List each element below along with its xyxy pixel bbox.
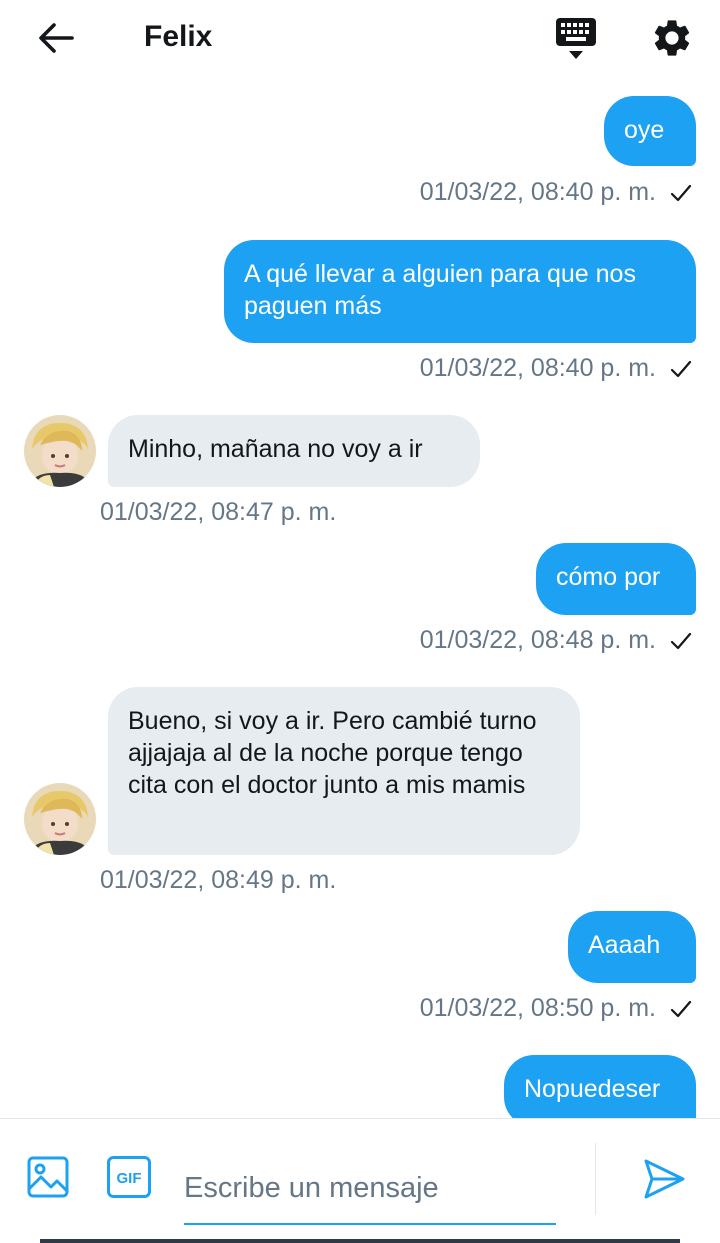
message-timestamp: 01/03/22, 08:40 p. m. <box>419 178 656 206</box>
back-arrow-icon <box>39 23 74 53</box>
outgoing-message-bubble[interactable]: Aaaah <box>568 911 696 983</box>
gear-icon <box>654 20 690 56</box>
message-timestamp: 01/03/22, 08:48 p. m. <box>419 626 656 654</box>
add-gif-button[interactable]: GIF <box>106 1155 152 1199</box>
read-check-icon <box>670 360 692 378</box>
message-timestamp: 01/03/22, 08:50 p. m. <box>419 994 656 1022</box>
message-text: oye <box>624 116 665 144</box>
send-icon <box>644 1159 685 1199</box>
message-text: Bueno, si voy a ir. Pero cambié turno aj… <box>128 707 537 799</box>
message-text: Nopuedeser <box>524 1075 661 1103</box>
settings-button[interactable] <box>650 16 694 60</box>
contact-avatar[interactable] <box>24 415 96 487</box>
message-composer: GIF <box>0 1118 720 1243</box>
outgoing-message-bubble[interactable]: cómo por <box>536 543 696 615</box>
send-button[interactable] <box>640 1155 688 1203</box>
outgoing-message-bubble[interactable]: Nopuedeser <box>504 1055 696 1118</box>
message-timestamp: 01/03/22, 08:40 p. m. <box>419 354 656 382</box>
image-icon <box>27 1156 69 1198</box>
keyboard-toggle-button[interactable] <box>554 16 598 62</box>
outgoing-message-bubble[interactable]: oye <box>604 96 696 166</box>
gif-label: GIF <box>117 1170 142 1187</box>
incoming-message-bubble[interactable]: Minho, mañana no voy a ir <box>108 415 480 487</box>
back-button[interactable] <box>34 18 78 58</box>
message-timestamp: 01/03/22, 08:47 p. m. <box>100 498 337 526</box>
gif-icon: GIF <box>107 1156 151 1198</box>
add-image-button[interactable] <box>26 1155 70 1199</box>
message-text: Minho, mañana no voy a ir <box>128 435 423 463</box>
composer-divider <box>595 1143 596 1215</box>
message-text: cómo por <box>556 563 661 591</box>
outgoing-message-bubble[interactable]: A qué llevar a alguien para que nos pagu… <box>224 240 696 343</box>
message-list[interactable]: oye 01/03/22, 08:40 p. m. A qué llevar a… <box>0 78 720 1118</box>
keyboard-icon <box>556 18 596 59</box>
avatar-image <box>24 415 96 487</box>
avatar-image <box>24 783 96 855</box>
message-text: A qué llevar a alguien para que nos pagu… <box>244 260 636 320</box>
message-text: Aaaah <box>588 931 661 959</box>
message-input[interactable] <box>184 1153 556 1225</box>
read-check-icon <box>670 184 692 202</box>
read-check-icon <box>670 632 692 650</box>
read-check-icon <box>670 1000 692 1018</box>
contact-avatar[interactable] <box>24 783 96 855</box>
message-timestamp: 01/03/22, 08:49 p. m. <box>100 866 337 894</box>
incoming-message-bubble[interactable]: Bueno, si voy a ir. Pero cambié turno aj… <box>108 687 580 855</box>
conversation-header: Felix <box>0 0 720 78</box>
dm-conversation-screen: Felix oye 01/03/22, 08:40 p. m. A qué ll… <box>0 0 720 1243</box>
bottom-edge-strip <box>40 1239 680 1243</box>
conversation-title: Felix <box>144 20 213 53</box>
